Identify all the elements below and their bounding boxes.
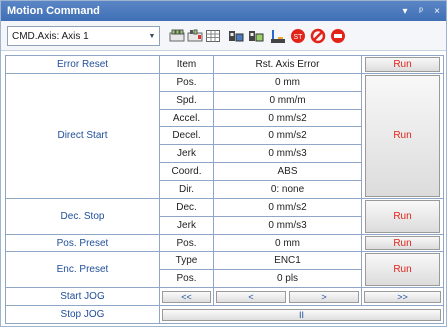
direct-start-run-button[interactable]: Run [365, 74, 440, 197]
stop-jog-button[interactable]: II [162, 308, 441, 321]
table-row: Pos. Preset Pos. 0 mm Run [5, 233, 444, 253]
command-table: Error Reset Item Rst. Axis Error Run Dir… [5, 55, 444, 324]
table-row: Direct Start Pos. 0 mm Run [5, 72, 444, 199]
jog-fast-forward-button[interactable]: >> [364, 290, 441, 303]
param-value[interactable]: 0 pls [213, 269, 362, 289]
header-value: Rst. Axis Error [213, 55, 362, 74]
close-icon[interactable]: × [430, 6, 444, 17]
param-label: Jerk [159, 215, 214, 235]
jog-icon[interactable] [270, 28, 286, 44]
window-title: Motion Command [7, 5, 100, 17]
param-value[interactable]: 0 mm/s2 [213, 197, 362, 217]
param-label: Accel. [159, 108, 214, 128]
stop-icon[interactable]: ST [290, 28, 306, 44]
param-value[interactable]: ABS [213, 162, 362, 182]
servo-on-icon[interactable] [228, 28, 244, 44]
table-row: Start JOG << < > >> [5, 287, 444, 307]
command-stop-jog: Stop JOG [5, 305, 160, 324]
param-label: Pos. [159, 269, 214, 289]
command-enc-preset: Enc. Preset [5, 251, 160, 289]
param-value[interactable]: 0 mm [213, 72, 362, 92]
param-label: Decel. [159, 126, 214, 146]
pos-preset-run-button[interactable]: Run [365, 235, 440, 251]
toolbar: CMD.Axis: Axis 1 ▼ ST [1, 21, 446, 51]
param-label: Jerk [159, 144, 214, 164]
dec-stop-run-button[interactable]: Run [365, 199, 440, 233]
axis-group-icon[interactable] [169, 28, 185, 44]
enc-preset-run-button[interactable]: Run [365, 253, 440, 287]
pin-icon[interactable]: ᵖ [414, 6, 428, 17]
param-value[interactable]: 0: none [213, 180, 362, 199]
table-row: Dec. Stop Dec. 0 mm/s2 Run [5, 197, 444, 235]
svg-text:ST: ST [294, 34, 304, 41]
param-label: Coord. [159, 162, 214, 182]
title-bar: Motion Command ▾ ᵖ × [1, 1, 446, 21]
param-label: Pos. [159, 233, 214, 253]
param-value[interactable]: 0 mm/m [213, 90, 362, 110]
command-start-jog: Start JOG [5, 287, 160, 307]
param-value[interactable]: ENC1 [213, 251, 362, 271]
param-label: Spd. [159, 90, 214, 110]
table-row: Enc. Preset Type ENC1 Run [5, 251, 444, 289]
command-direct-start: Direct Start [5, 72, 160, 199]
header-row: Error Reset Item Rst. Axis Error Run [5, 55, 444, 74]
param-value[interactable]: 0 mm/s3 [213, 215, 362, 235]
dropdown-menu-icon[interactable]: ▾ [398, 6, 412, 17]
command-pos-preset: Pos. Preset [5, 233, 160, 253]
table-grid-icon[interactable] [205, 28, 221, 44]
axis-select-value: CMD.Axis: Axis 1 [12, 30, 89, 42]
param-value[interactable]: 0 mm/s2 [213, 108, 362, 128]
param-label: Dec. [159, 197, 214, 217]
param-label: Pos. [159, 72, 214, 92]
prohibit-icon[interactable] [310, 28, 326, 44]
param-label: Dir. [159, 180, 214, 199]
chevron-down-icon: ▼ [148, 32, 156, 40]
param-label: Type [159, 251, 214, 271]
param-value[interactable]: 0 mm [213, 233, 362, 253]
motion-command-window: Motion Command ▾ ᵖ × CMD.Axis: Axis 1 ▼ … [0, 0, 447, 327]
table-row: Stop JOG II [5, 305, 444, 324]
param-value[interactable]: 0 mm/s2 [213, 126, 362, 146]
jog-forward-button[interactable]: > [289, 290, 359, 303]
axis-select[interactable]: CMD.Axis: Axis 1 ▼ [7, 26, 160, 46]
jog-fast-back-button[interactable]: << [162, 290, 211, 303]
command-dec-stop: Dec. Stop [5, 197, 160, 235]
emergency-stop-icon[interactable] [330, 28, 346, 44]
error-reset-run-button[interactable]: Run [365, 57, 440, 72]
param-value[interactable]: 0 mm/s3 [213, 144, 362, 164]
jog-back-button[interactable]: < [216, 290, 286, 303]
command-error-reset: Error Reset [5, 55, 160, 74]
servo-off-icon[interactable] [248, 28, 264, 44]
axis-setting-icon[interactable] [187, 28, 203, 44]
header-item: Item [159, 55, 214, 74]
